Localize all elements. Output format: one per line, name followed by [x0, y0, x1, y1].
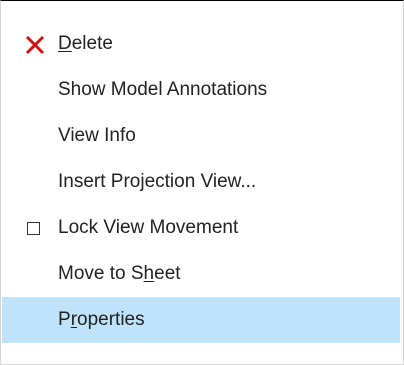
delete-x-icon — [25, 35, 45, 55]
menu-item-properties[interactable]: Properties — [2, 297, 400, 343]
menu-item-lock-view-movement[interactable]: Lock View Movement — [2, 205, 400, 251]
menu-item-move-to-sheet[interactable]: Move to Sheet — [2, 251, 400, 297]
checkbox-icon[interactable] — [27, 222, 40, 235]
menu-item-view-info[interactable]: View Info — [2, 113, 400, 159]
mnemonic-letter: D — [58, 33, 72, 54]
menu-item-label: Delete — [58, 33, 113, 54]
menu-item-label: Lock View Movement — [58, 217, 239, 238]
menu-item-label: Insert Projection View... — [58, 171, 257, 192]
menu-item-show-model-annotations[interactable]: Show Model Annotations — [2, 67, 400, 113]
menu-item-insert-projection-view[interactable]: Insert Projection View... — [2, 159, 400, 205]
menu-item-label: Show Model Annotations — [58, 79, 268, 100]
menu-item-delete[interactable]: Delete — [2, 21, 400, 67]
menu-item-label: Move to Sheet — [58, 263, 181, 284]
context-menu: Delete Show Model Annotations View Info … — [0, 0, 404, 365]
mnemonic-letter: h — [143, 263, 155, 284]
menu-item-label: View Info — [58, 125, 136, 146]
menu-item-label: Properties — [58, 309, 145, 330]
